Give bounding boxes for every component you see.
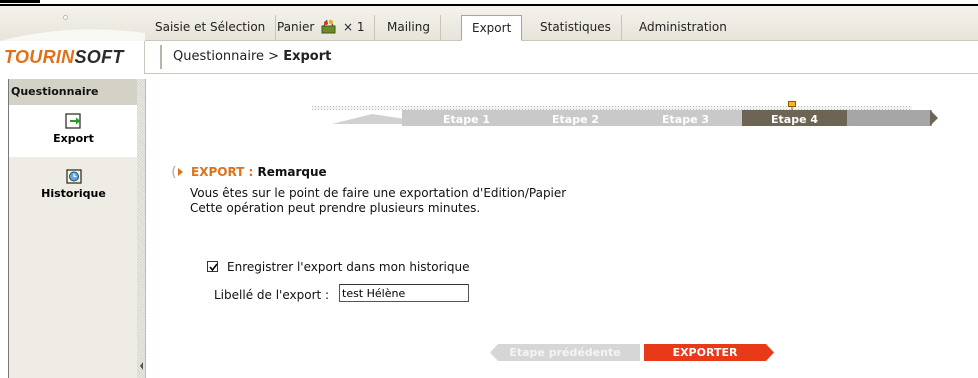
tab-panier[interactable]: Panier × 1: [267, 15, 376, 40]
current-step-marker-icon: [788, 101, 796, 110]
section-arrow-icon: [172, 165, 183, 179]
tab-label: Statistiques: [540, 20, 611, 34]
tab-label: Export: [472, 21, 512, 35]
step-4-active: Etape 4: [771, 113, 819, 126]
sidebar-title: Questionnaire: [9, 79, 138, 105]
section-title-prefix: EXPORT :: [191, 165, 258, 179]
section-title: EXPORT : Remarque: [172, 165, 327, 179]
export-arrow-icon: [64, 113, 81, 129]
outer-left-margin: [0, 74, 8, 378]
sidebar-item-label: Historique: [41, 187, 106, 200]
logo-dot: [63, 15, 68, 20]
basket-icon: [321, 19, 336, 34]
logo-swoosh: [0, 29, 145, 41]
notice-line-2: Cette opération peut prendre plusieurs m…: [190, 201, 481, 215]
breadcrumb-separator: [160, 45, 162, 69]
logo-text-part1: TOURIN: [4, 47, 75, 67]
step-3: Etape 3: [662, 113, 710, 126]
history-clock-icon: [65, 169, 82, 184]
step-progress-bar: [312, 106, 938, 126]
breadcrumb-current: Export: [283, 49, 332, 64]
step-2: Etape 2: [552, 113, 600, 126]
breadcrumb: Questionnaire > Export: [145, 41, 978, 74]
notice-line-1: Vous êtes sur le point de faire une expo…: [190, 186, 567, 200]
export-label-field-label: Libellé de l'export :: [214, 288, 330, 302]
tab-statistiques[interactable]: Statistiques: [530, 15, 622, 40]
checkmark-icon: [209, 263, 218, 272]
save-history-label[interactable]: Enregistrer l'export dans mon historique: [227, 260, 469, 274]
sidebar-scrollbar[interactable]: [137, 79, 146, 378]
previous-button-label: Etape prédédente: [509, 346, 621, 359]
tab-mailing[interactable]: Mailing: [377, 15, 441, 40]
tab-label: Panier: [277, 20, 315, 34]
logo-area: TOURINSOFT: [0, 6, 145, 74]
tab-label: Mailing: [387, 20, 430, 34]
tab-label: Saisie et Sélection: [155, 20, 266, 34]
scroll-left-arrow-icon[interactable]: [138, 359, 145, 373]
sidebar: Questionnaire Export Historique: [8, 79, 138, 378]
breadcrumb-parent: Questionnaire >: [173, 49, 284, 64]
previous-step-button[interactable]: Etape prédédente: [490, 344, 640, 361]
tab-administration[interactable]: Administration: [629, 15, 737, 40]
step-1: Etape 1: [443, 113, 491, 126]
export-button-label: EXPORTER: [672, 346, 738, 359]
sidebar-item-historique[interactable]: Historique: [9, 165, 138, 205]
logo-banner: [0, 6, 145, 41]
main-content: Etape 1 Etape 2 Etape 3 Etape 4 EXPORT :…: [147, 79, 978, 378]
basket-count: × 1: [342, 20, 365, 34]
sidebar-item-label: Export: [53, 132, 94, 145]
sidebar-item-export[interactable]: Export: [9, 105, 138, 157]
save-history-checkbox[interactable]: [207, 261, 218, 272]
top-strip-mark: [0, 0, 40, 3]
breadcrumb-text: Questionnaire > Export: [173, 49, 331, 64]
app-logo[interactable]: TOURINSOFT: [4, 47, 124, 68]
tab-export[interactable]: Export: [461, 15, 523, 41]
logo-text-part2: SOFT: [74, 47, 124, 67]
section-title-text: Remarque: [257, 165, 327, 179]
export-button[interactable]: EXPORTER: [644, 344, 774, 361]
tab-saisie-selection[interactable]: Saisie et Sélection: [145, 15, 277, 40]
tab-label: Administration: [639, 20, 727, 34]
export-label-input[interactable]: [339, 284, 469, 302]
main-tab-bar: Saisie et Sélection Panier × 1 Mailing E…: [145, 6, 978, 41]
